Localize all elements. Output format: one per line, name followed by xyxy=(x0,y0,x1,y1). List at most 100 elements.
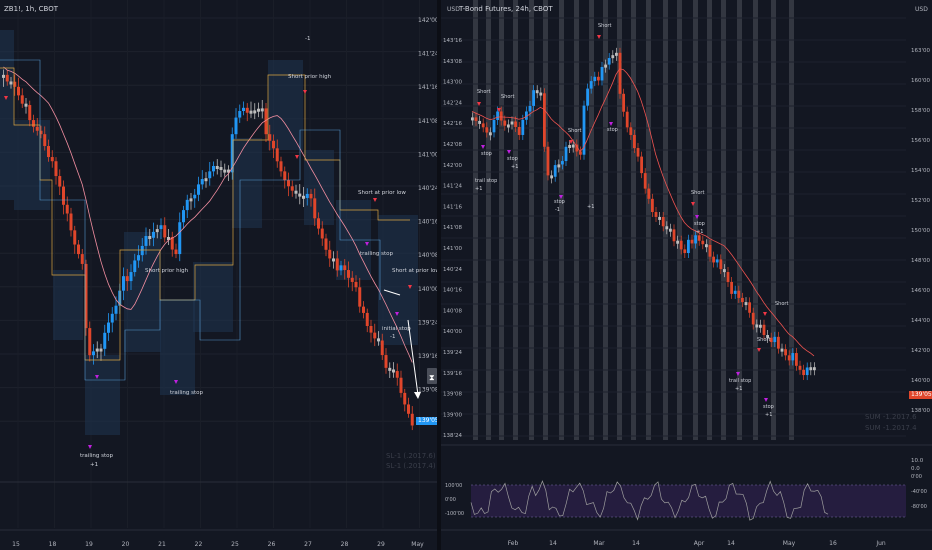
price-axis-label: 140'16 xyxy=(418,219,437,226)
candle-body xyxy=(478,120,481,124)
candle-body xyxy=(805,367,809,376)
trade-annotation: Short prior high xyxy=(145,268,189,274)
trade-annotation: stop xyxy=(554,199,565,205)
candle-body xyxy=(107,322,110,333)
date-axis-label: Jun xyxy=(875,540,886,547)
candle-body xyxy=(28,105,32,121)
candle-body xyxy=(615,52,618,56)
stop-arrow xyxy=(481,145,485,149)
session-band xyxy=(486,0,491,440)
candle-body xyxy=(32,120,35,127)
candle-body xyxy=(564,146,568,162)
left-price-label: 140'24 xyxy=(443,267,463,273)
candle-body xyxy=(751,312,755,325)
candle-body xyxy=(362,306,365,313)
candle-body xyxy=(245,107,249,113)
candle-body xyxy=(499,111,503,121)
candle-body xyxy=(579,151,582,155)
candle-body xyxy=(189,198,193,202)
candle-body xyxy=(669,228,672,232)
candle-body xyxy=(647,188,651,199)
left-chart-canvas[interactable]: 142'00 141'24 141'16 141'08 141'00 140'24 140'… xyxy=(0,0,437,550)
candle-body xyxy=(347,270,350,278)
candle-body xyxy=(658,216,661,220)
candle-body xyxy=(733,290,737,294)
price-axis-label: 140'08 xyxy=(418,252,437,259)
short-arrow xyxy=(295,155,299,159)
candle-body xyxy=(532,90,535,106)
candle-body xyxy=(178,222,182,255)
candle-body xyxy=(611,55,615,59)
trade-annotation: trailing stop xyxy=(170,390,203,396)
trade-annotation: +1 xyxy=(765,412,772,418)
candle-body xyxy=(65,204,69,214)
right-current-price-tag: 139'05 xyxy=(909,391,932,399)
candle-body xyxy=(185,199,189,211)
shaded-region xyxy=(53,270,83,340)
date-axis-label: 29 xyxy=(377,541,385,548)
oscillator-band xyxy=(471,485,906,517)
candle-body xyxy=(99,348,103,352)
candle-body xyxy=(223,169,227,173)
candle-body xyxy=(809,367,813,371)
date-axis-label: 22 xyxy=(195,541,203,548)
price-axis-label: 140'24 xyxy=(418,185,437,192)
candle-body xyxy=(62,186,65,205)
right-price-label: 150'00 xyxy=(911,228,931,234)
left-price-label: 141'00 xyxy=(443,246,463,252)
candle-body xyxy=(58,176,62,187)
candle-body xyxy=(485,127,489,133)
candle-body xyxy=(54,161,58,177)
candle-body xyxy=(403,392,407,405)
trade-annotation: -1 xyxy=(390,334,395,340)
candle-body xyxy=(759,324,762,328)
candle-body xyxy=(629,127,633,135)
right-price-label: 160'00 xyxy=(911,78,931,84)
candle-body xyxy=(249,110,253,114)
right-price-label: 154'00 xyxy=(911,168,931,174)
candle-body xyxy=(550,175,553,179)
candle-body xyxy=(148,236,152,240)
candle-body xyxy=(654,212,658,217)
candle-body xyxy=(159,225,163,230)
date-axis-label: May xyxy=(411,541,424,548)
candle-body xyxy=(110,313,114,323)
date-axis-label: 21 xyxy=(158,541,166,548)
right-watermark-2: SUM -1.2017.4 xyxy=(865,424,917,432)
candle-body xyxy=(43,134,47,147)
trade-annotation: -1 xyxy=(305,36,310,42)
left-chart-pane[interactable]: 142'00 141'24 141'16 141'08 141'00 140'24 140'… xyxy=(0,0,437,550)
right-extra-label: 10.0 xyxy=(911,458,924,464)
stop-arrow xyxy=(609,122,613,126)
right-chart-pane[interactable]: 143'16 143'08 143'00 142'24 142'16 142'08 142'… xyxy=(441,0,932,550)
osc-right-label: -40'00 xyxy=(911,489,927,495)
candle-body xyxy=(777,336,780,349)
candle-body xyxy=(492,119,496,133)
candle-body xyxy=(600,67,604,81)
candle-body xyxy=(317,218,320,229)
candle-body xyxy=(798,365,802,370)
candle-body xyxy=(350,277,354,282)
trade-annotation: stop xyxy=(481,151,492,157)
session-band xyxy=(646,0,651,440)
trade-annotation: Short xyxy=(691,190,704,196)
trade-annotation: Short at prior low xyxy=(358,190,406,196)
session-band xyxy=(753,0,758,440)
date-axis-label: 16 xyxy=(829,540,837,547)
candle-body xyxy=(2,74,5,78)
trade-annotation: Short xyxy=(568,128,581,134)
right-watermark-1: SUM -1.2017.6 xyxy=(865,413,917,421)
session-band xyxy=(543,0,548,440)
candle-body xyxy=(388,367,392,371)
short-arrow xyxy=(373,198,377,202)
candle-body xyxy=(174,249,178,255)
left-price-label: 141'24 xyxy=(443,184,463,190)
candle-body xyxy=(712,256,715,263)
right-chart-canvas[interactable]: 143'16 143'08 143'00 142'24 142'16 142'08 142'… xyxy=(441,0,932,550)
left-watermark-1: SL-1 (.2017.6) xyxy=(386,452,436,460)
candle-body xyxy=(125,276,129,282)
candle-body xyxy=(521,119,525,135)
left-price-label: 142'00 xyxy=(443,163,463,169)
price-axis-label: 140'00 xyxy=(418,286,437,293)
candle-body xyxy=(369,325,373,333)
